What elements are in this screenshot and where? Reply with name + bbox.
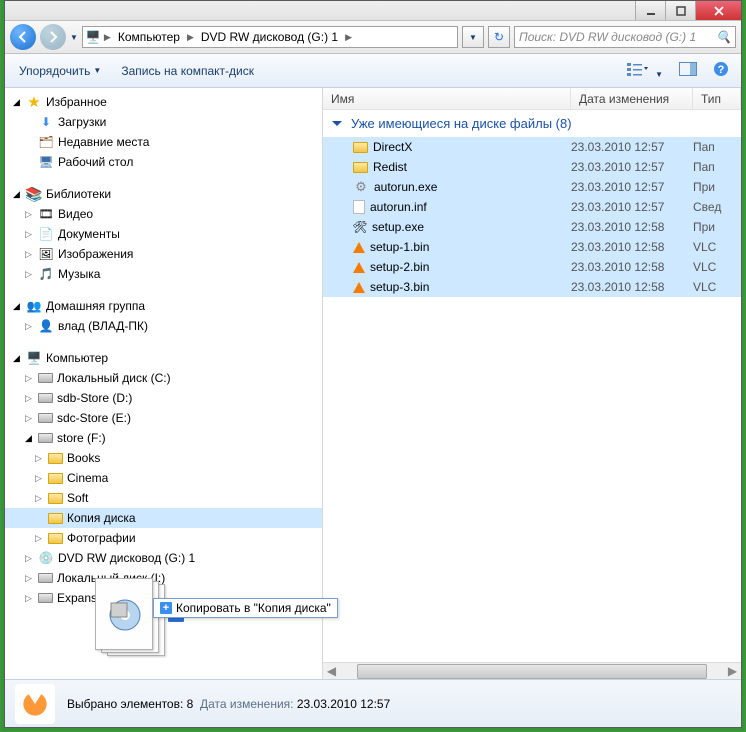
tree-copy-disc[interactable]: Копия диска	[5, 508, 322, 528]
col-name[interactable]: Имя	[323, 88, 571, 109]
help-button[interactable]: ?	[709, 59, 733, 82]
group-header[interactable]: Уже имеющиеся на диске файлы (8)	[323, 110, 741, 137]
breadcrumb-computer[interactable]: Компьютер	[114, 29, 184, 45]
tree-disk-e[interactable]: ▷sdc-Store (E:)	[5, 408, 322, 428]
file-row[interactable]: setup-2.bin23.03.2010 12:58VLC	[323, 257, 741, 277]
tree-desktop[interactable]: 🖥Рабочий стол	[5, 152, 322, 172]
maximize-button[interactable]	[665, 1, 695, 20]
horizontal-scrollbar[interactable]: ◀ ▶	[323, 662, 741, 679]
tree-libraries[interactable]: ◢📚Библиотеки	[5, 184, 322, 204]
drag-tooltip: + Копировать в "Копия диска"	[153, 598, 338, 618]
status-bar: Выбрано элементов: 8 Дата изменения: 23.…	[5, 679, 741, 727]
chevron-right-icon[interactable]: ▶	[104, 32, 111, 43]
tree-disk-f[interactable]: ◢store (F:)	[5, 428, 322, 448]
tree-homegroup[interactable]: ◢👥Домашняя группа	[5, 296, 322, 316]
tree-pics[interactable]: ▷🖼Изображения	[5, 244, 322, 264]
plus-icon: +	[160, 602, 172, 614]
refresh-button[interactable]: ↻	[488, 26, 510, 48]
tree-computer[interactable]: ◢🖥️Компьютер	[5, 348, 322, 368]
search-icon: 🔍	[716, 30, 731, 44]
search-placeholder: Поиск: DVD RW дисковод (G:) 1	[519, 30, 696, 44]
tree-video[interactable]: ▷🎞Видео	[5, 204, 322, 224]
tree-books[interactable]: ▷Books	[5, 448, 322, 468]
tree-music[interactable]: ▷🎵Музыка	[5, 264, 322, 284]
history-dropdown-icon[interactable]: ▼	[70, 33, 78, 42]
tree-user[interactable]: ▷👤влад (ВЛАД-ПК)	[5, 316, 322, 336]
file-row[interactable]: autorun.inf23.03.2010 12:57Свед	[323, 197, 741, 217]
file-row[interactable]: 🛠setup.exe23.03.2010 12:58При	[323, 217, 741, 237]
minimize-button[interactable]	[635, 1, 665, 20]
col-type[interactable]: Тип	[693, 88, 741, 109]
navigation-tree[interactable]: ◢★Избранное ⬇Загрузки 🗂Недавние места 🖥Р…	[5, 88, 323, 679]
tree-favorites[interactable]: ◢★Избранное	[5, 92, 322, 112]
file-row[interactable]: DirectX23.03.2010 12:57Пап	[323, 137, 741, 157]
close-button[interactable]	[695, 1, 741, 20]
tree-downloads[interactable]: ⬇Загрузки	[5, 112, 322, 132]
tree-recent[interactable]: 🗂Недавние места	[5, 132, 322, 152]
tree-cinema[interactable]: ▷Cinema	[5, 468, 322, 488]
tree-disk-i[interactable]: ▷Локальный диск (I:)	[5, 568, 322, 588]
tree-disk-c[interactable]: ▷Локальный диск (C:)	[5, 368, 322, 388]
tree-soft[interactable]: ▷Soft	[5, 488, 322, 508]
file-row[interactable]: Redist23.03.2010 12:57Пап	[323, 157, 741, 177]
search-input[interactable]: Поиск: DVD RW дисковод (G:) 1 🔍	[514, 26, 736, 48]
explorer-window: ▼ 🖥️ ▶ Компьютер ▶ DVD RW дисковод (G:) …	[4, 0, 742, 728]
chevron-right-icon[interactable]: ▶	[187, 32, 194, 43]
computer-icon: 🖥️	[85, 29, 101, 45]
toolbar: Упорядочить ▼ Запись на компакт-диск ▼ ?	[5, 54, 741, 88]
vlc-icon	[15, 684, 55, 724]
tree-disk-d[interactable]: ▷sdb-Store (D:)	[5, 388, 322, 408]
breadcrumb-dvd[interactable]: DVD RW дисковод (G:) 1	[197, 29, 342, 45]
col-date[interactable]: Дата изменения	[571, 88, 693, 109]
burn-button[interactable]: Запись на компакт-диск	[115, 61, 260, 81]
svg-text:?: ?	[718, 64, 725, 76]
addr-dropdown-button[interactable]: ▼	[462, 26, 484, 48]
tree-dvd[interactable]: ▷💿DVD RW дисковод (G:) 1	[5, 548, 322, 568]
back-button[interactable]	[10, 24, 36, 50]
file-list-pane: Имя Дата изменения Тип Уже имеющиеся на …	[323, 88, 741, 679]
tree-docs[interactable]: ▷📄Документы	[5, 224, 322, 244]
view-options-button[interactable]: ▼	[622, 59, 667, 82]
forward-button[interactable]	[40, 24, 66, 50]
preview-pane-button[interactable]	[675, 60, 701, 81]
file-row[interactable]: setup-1.bin23.03.2010 12:58VLC	[323, 237, 741, 257]
tree-photos[interactable]: ▷Фотографии	[5, 528, 322, 548]
status-text: Выбрано элементов: 8 Дата изменения: 23.…	[67, 697, 390, 711]
address-bar: ▼ 🖥️ ▶ Компьютер ▶ DVD RW дисковод (G:) …	[5, 21, 741, 54]
breadcrumb[interactable]: 🖥️ ▶ Компьютер ▶ DVD RW дисковод (G:) 1 …	[82, 26, 458, 48]
file-row[interactable]: ⚙autorun.exe23.03.2010 12:57При	[323, 177, 741, 197]
chevron-right-icon[interactable]: ▶	[345, 32, 352, 43]
list-header: Имя Дата изменения Тип	[323, 88, 741, 110]
titlebar	[5, 1, 741, 21]
file-row[interactable]: setup-3.bin23.03.2010 12:58VLC	[323, 277, 741, 297]
organize-menu[interactable]: Упорядочить ▼	[13, 61, 107, 81]
